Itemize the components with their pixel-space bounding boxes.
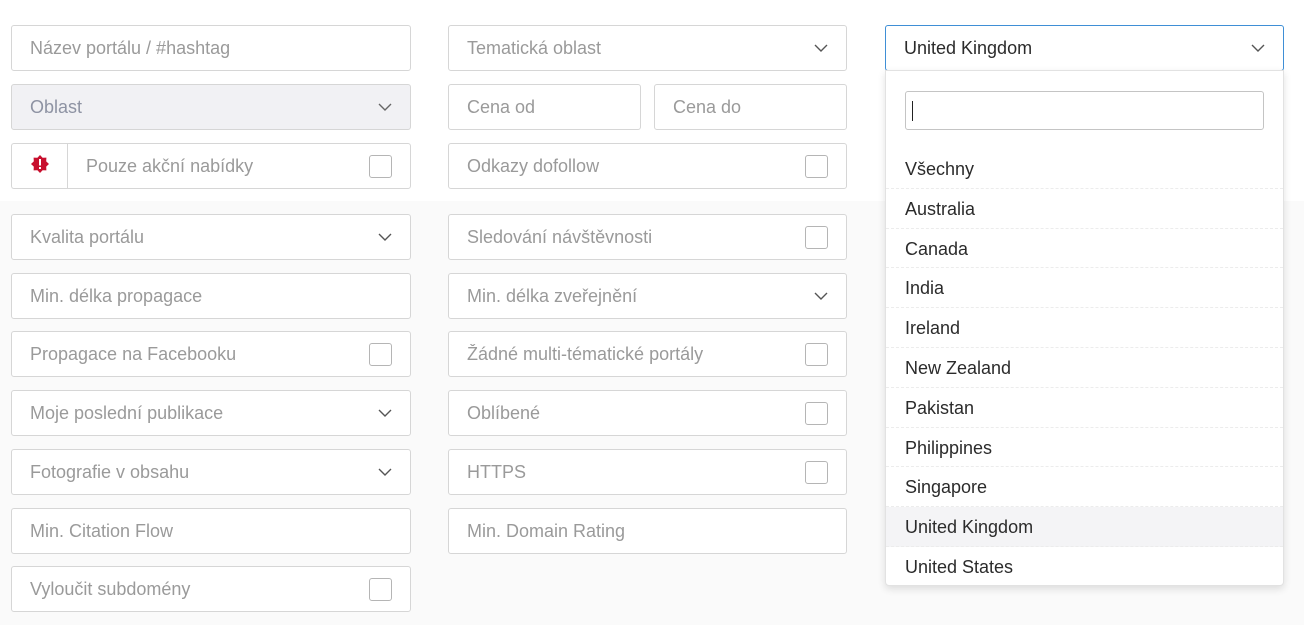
min-publish-length-select[interactable]: Min. délka zveřejnění xyxy=(448,273,847,319)
min-citation-flow-input[interactable]: Min. Citation Flow xyxy=(11,508,411,554)
price-to-input[interactable]: Cena do xyxy=(654,84,847,130)
exclude-subdomains-checkbox-field[interactable]: Vyloučit subdomény xyxy=(11,566,411,612)
price-from-placeholder: Cena od xyxy=(467,96,536,117)
dofollow-checkbox[interactable] xyxy=(805,154,828,178)
country-option[interactable]: Australia xyxy=(886,189,1283,229)
exclude-subdomains-label: Vyloučit subdomény xyxy=(30,578,191,599)
country-option[interactable]: Canada xyxy=(886,229,1283,269)
portal-name-placeholder: Název portálu / #hashtag xyxy=(30,37,231,58)
chevron-down-icon xyxy=(814,289,828,303)
country-options-list: Všechny Australia Canada India Ireland New Ze… xyxy=(886,149,1283,587)
country-option[interactable]: Singapore xyxy=(886,467,1283,508)
portal-quality-select[interactable]: Kvalita portálu xyxy=(11,214,411,260)
country-option[interactable]: New Zealand xyxy=(886,348,1283,388)
favorites-checkbox-field[interactable]: Oblíbené xyxy=(448,390,847,436)
chevron-down-icon xyxy=(378,465,392,479)
min-domain-rating-placeholder: Min. Domain Rating xyxy=(467,520,626,541)
only-promo-checkbox-field[interactable]: Pouze akční nabídky xyxy=(67,143,411,189)
only-promo-label: Pouze akční nabídky xyxy=(86,155,254,176)
min-promo-length-placeholder: Min. délka propagace xyxy=(30,285,203,306)
photos-in-content-label: Fotografie v obsahu xyxy=(30,461,190,482)
promo-alert-box xyxy=(11,143,68,189)
country-option[interactable]: Pakistan xyxy=(886,388,1283,428)
text-cursor xyxy=(912,101,913,121)
alert-badge-icon xyxy=(30,154,50,179)
photos-in-content-select[interactable]: Fotografie v obsahu xyxy=(11,449,411,495)
chevron-down-icon xyxy=(378,100,392,114)
dofollow-label: Odkazy dofollow xyxy=(467,155,600,176)
min-citation-flow-placeholder: Min. Citation Flow xyxy=(30,520,174,541)
country-dropdown-panel: Všechny Australia Canada India Ireland New Ze… xyxy=(885,70,1284,586)
country-option[interactable]: United States xyxy=(886,547,1283,587)
favorites-checkbox[interactable] xyxy=(805,401,828,425)
traffic-tracking-label: Sledování návštěvnosti xyxy=(467,226,653,247)
country-option[interactable]: United Kingdom xyxy=(886,507,1283,547)
min-domain-rating-input[interactable]: Min. Domain Rating xyxy=(448,508,847,554)
https-label: HTTPS xyxy=(467,461,527,482)
country-select-value: United Kingdom xyxy=(904,37,1033,58)
https-checkbox[interactable] xyxy=(805,460,828,484)
topic-area-select[interactable]: Tematická oblast xyxy=(448,25,847,71)
traffic-tracking-checkbox-field[interactable]: Sledování návštěvnosti xyxy=(448,214,847,260)
country-select[interactable]: United Kingdom xyxy=(885,25,1284,71)
only-promo-checkbox[interactable] xyxy=(369,154,392,178)
portal-name-input[interactable]: Název portálu / #hashtag xyxy=(11,25,411,71)
my-last-publications-select[interactable]: Moje poslední publikace xyxy=(11,390,411,436)
region-label: Oblast xyxy=(30,96,83,117)
no-multi-topic-label: Žádné multi-tématické portály xyxy=(467,343,704,364)
chevron-down-icon xyxy=(1251,41,1265,55)
https-checkbox-field[interactable]: HTTPS xyxy=(448,449,847,495)
dofollow-checkbox-field[interactable]: Odkazy dofollow xyxy=(448,143,847,189)
chevron-down-icon xyxy=(378,230,392,244)
min-promo-length-input[interactable]: Min. délka propagace xyxy=(11,273,411,319)
country-option[interactable]: Ireland xyxy=(886,308,1283,348)
facebook-promo-checkbox-field[interactable]: Propagace na Facebooku xyxy=(11,331,411,377)
min-publish-length-label: Min. délka zveřejnění xyxy=(467,285,638,306)
no-multi-topic-checkbox[interactable] xyxy=(805,342,828,366)
chevron-down-icon xyxy=(814,41,828,55)
price-from-input[interactable]: Cena od xyxy=(448,84,641,130)
country-option[interactable]: India xyxy=(886,268,1283,309)
traffic-tracking-checkbox[interactable] xyxy=(805,225,828,249)
topic-area-label: Tematická oblast xyxy=(467,37,602,58)
favorites-label: Oblíbené xyxy=(467,402,541,423)
chevron-down-icon xyxy=(378,406,392,420)
region-select[interactable]: Oblast xyxy=(11,84,411,130)
exclude-subdomains-checkbox[interactable] xyxy=(369,577,392,601)
facebook-promo-label: Propagace na Facebooku xyxy=(30,343,237,364)
country-search-input[interactable] xyxy=(905,91,1264,130)
portal-quality-label: Kvalita portálu xyxy=(30,226,145,247)
my-last-publications-label: Moje poslední publikace xyxy=(30,402,224,423)
price-to-placeholder: Cena do xyxy=(673,96,742,117)
facebook-promo-checkbox[interactable] xyxy=(369,342,392,366)
country-option[interactable]: Všechny xyxy=(886,149,1283,189)
country-option[interactable]: Philippines xyxy=(886,428,1283,468)
no-multi-topic-checkbox-field[interactable]: Žádné multi-tématické portály xyxy=(448,331,847,377)
